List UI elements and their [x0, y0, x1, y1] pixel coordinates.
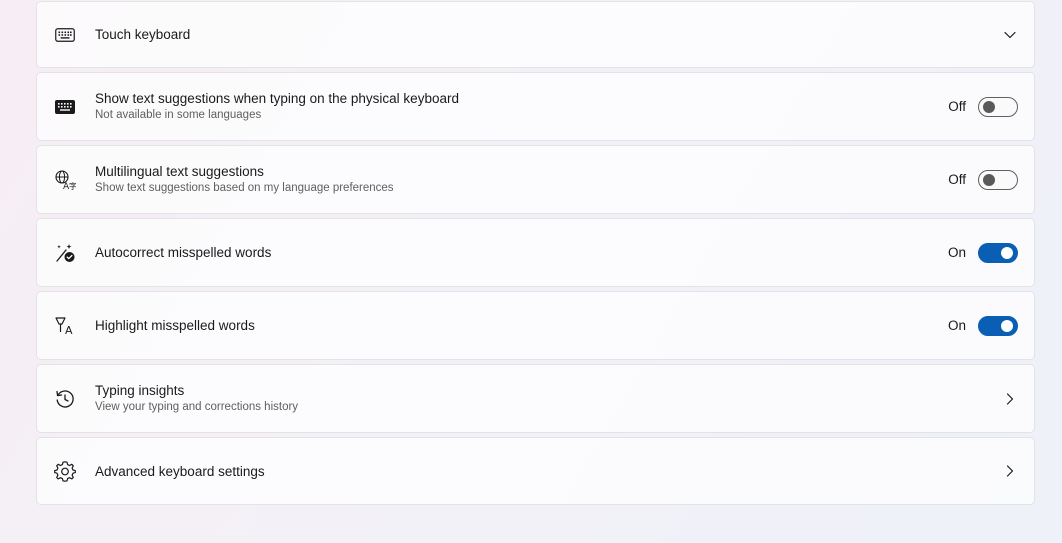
text-suggestions-toggle[interactable]: [978, 96, 1018, 117]
chevron-down-icon[interactable]: [1004, 29, 1016, 41]
toggle-knob: [1001, 246, 1013, 259]
typing-insights-title: Typing insights: [95, 383, 185, 398]
autocorrect-icon: [54, 242, 76, 264]
toggle-knob: [983, 100, 995, 113]
autocorrect-state-label: On: [947, 245, 966, 260]
multilingual-state-label: Off: [948, 172, 966, 187]
highlight-toggle[interactable]: [978, 315, 1018, 336]
typing-insights-row[interactable]: Typing insights View your typing and cor…: [36, 364, 1035, 433]
multilingual-row: A 字 Multilingual text suggestions Show t…: [36, 145, 1035, 214]
autocorrect-row: Autocorrect misspelled words On: [36, 218, 1035, 287]
chevron-right-icon[interactable]: [1004, 465, 1016, 477]
text-suggestions-title: Show text suggestions when typing on the…: [95, 91, 459, 106]
chevron-right-icon[interactable]: [1004, 392, 1016, 405]
multilingual-texts: Multilingual text suggestions Show text …: [95, 163, 394, 196]
advanced-keyboard-row[interactable]: Advanced keyboard settings: [36, 437, 1035, 505]
touch-keyboard-title: Touch keyboard: [95, 27, 191, 42]
highlight-state-label: On: [947, 318, 966, 333]
svg-text:A: A: [65, 324, 73, 337]
autocorrect-title: Autocorrect misspelled words: [95, 245, 272, 260]
gear-icon: [54, 460, 76, 482]
typing-insights-subtitle: View your typing and corrections history: [95, 401, 299, 413]
keyboard-filled-icon: [54, 96, 76, 118]
advanced-keyboard-texts: Advanced keyboard settings: [95, 463, 265, 480]
svg-text:字: 字: [69, 181, 76, 191]
highlight-text-icon: A: [54, 315, 76, 337]
highlight-title: Highlight misspelled words: [95, 318, 255, 333]
autocorrect-toggle[interactable]: [978, 242, 1018, 263]
toggle-knob: [983, 173, 995, 186]
multilingual-title: Multilingual text suggestions: [95, 164, 264, 179]
autocorrect-texts: Autocorrect misspelled words: [95, 244, 271, 261]
multilingual-subtitle: Show text suggestions based on my langua…: [95, 182, 394, 194]
toggle-knob: [1001, 319, 1013, 332]
multilingual-toggle[interactable]: [978, 169, 1018, 190]
text-suggestions-subtitle: Not available in some languages: [95, 109, 262, 121]
advanced-keyboard-title: Advanced keyboard settings: [95, 463, 265, 479]
keyboard-icon: [54, 24, 76, 46]
touch-keyboard-row[interactable]: Touch keyboard: [36, 1, 1035, 68]
highlight-texts: Highlight misspelled words: [95, 317, 255, 334]
touch-keyboard-texts: Touch keyboard: [95, 26, 190, 43]
text-suggestions-row: Show text suggestions when typing on the…: [36, 72, 1035, 141]
highlight-row: A Highlight misspelled words On: [36, 291, 1035, 360]
text-suggestions-texts: Show text suggestions when typing on the…: [95, 90, 459, 123]
language-icon: A 字: [54, 169, 76, 191]
text-suggestions-state-label: Off: [948, 99, 966, 114]
history-icon: [54, 388, 76, 410]
typing-insights-texts: Typing insights View your typing and cor…: [95, 382, 298, 415]
